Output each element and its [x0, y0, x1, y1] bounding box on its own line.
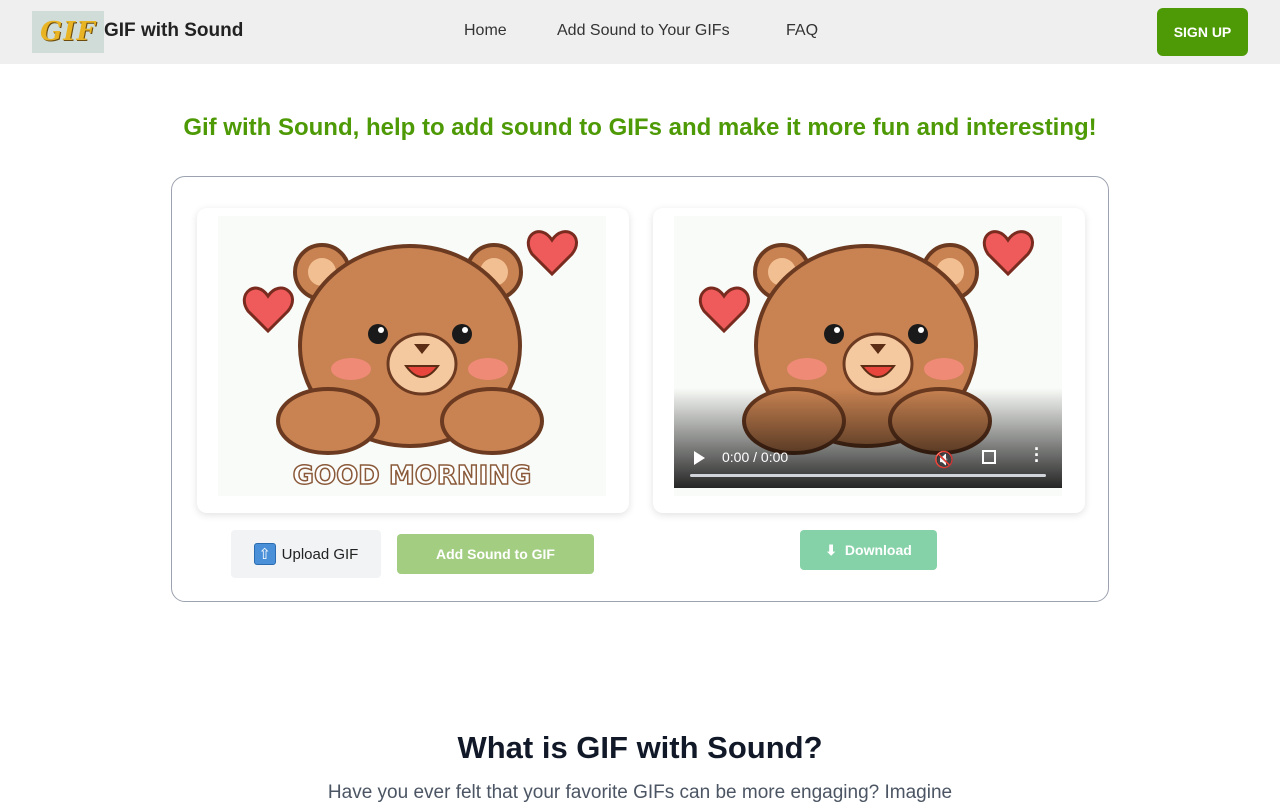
bear-gif-image: GOOD MORNING — [218, 216, 606, 496]
download-button[interactable]: ⬇ Download — [800, 530, 937, 570]
about-title: What is GIF with Sound? — [457, 730, 823, 765]
video-controls: 0:00 / 0:00 🔇 · · · — [674, 388, 1062, 488]
editor-card: GOOD MORNING 0:00 / 0:00 🔇 · · · ⇧ Uploa… — [171, 176, 1109, 602]
fullscreen-icon[interactable] — [982, 450, 996, 464]
logo-text: GIF — [40, 17, 96, 47]
nav-add-sound[interactable]: Add Sound to Your GIFs — [557, 22, 730, 40]
upload-gif-label: Upload GIF — [281, 545, 359, 563]
download-arrow-icon: ⬇ — [825, 541, 837, 558]
about-text: Have you ever felt that your favorite GI… — [327, 782, 953, 803]
sign-up-button[interactable]: SIGN UP — [1157, 8, 1248, 56]
add-sound-button[interactable]: Add Sound to GIF — [397, 534, 594, 574]
play-icon[interactable] — [694, 451, 705, 465]
brand-name[interactable]: GIF with Sound — [104, 20, 243, 42]
video-time: 0:00 / 0:00 — [722, 449, 789, 465]
gif-caption-text: GOOD MORNING — [293, 461, 532, 491]
video-preview-pane: 0:00 / 0:00 🔇 · · · — [653, 208, 1085, 513]
download-label: Download — [844, 542, 912, 558]
mute-icon[interactable]: 🔇 — [934, 450, 954, 470]
upload-gif-button[interactable]: ⇧ Upload GIF — [231, 530, 381, 578]
top-nav-bar: GIF GIF with Sound Home Add Sound to You… — [0, 0, 1280, 64]
upload-arrow-icon: ⇧ — [253, 543, 276, 565]
gif-preview-pane: GOOD MORNING — [197, 208, 629, 513]
hero-headline: Gif with Sound, help to add sound to GIF… — [183, 114, 1097, 141]
nav-faq[interactable]: FAQ — [786, 22, 818, 40]
more-options-icon[interactable]: · · · — [1034, 440, 1040, 470]
video-progress-bar[interactable] — [690, 474, 1046, 477]
nav-home[interactable]: Home — [464, 22, 507, 40]
site-logo[interactable]: GIF — [32, 11, 104, 53]
